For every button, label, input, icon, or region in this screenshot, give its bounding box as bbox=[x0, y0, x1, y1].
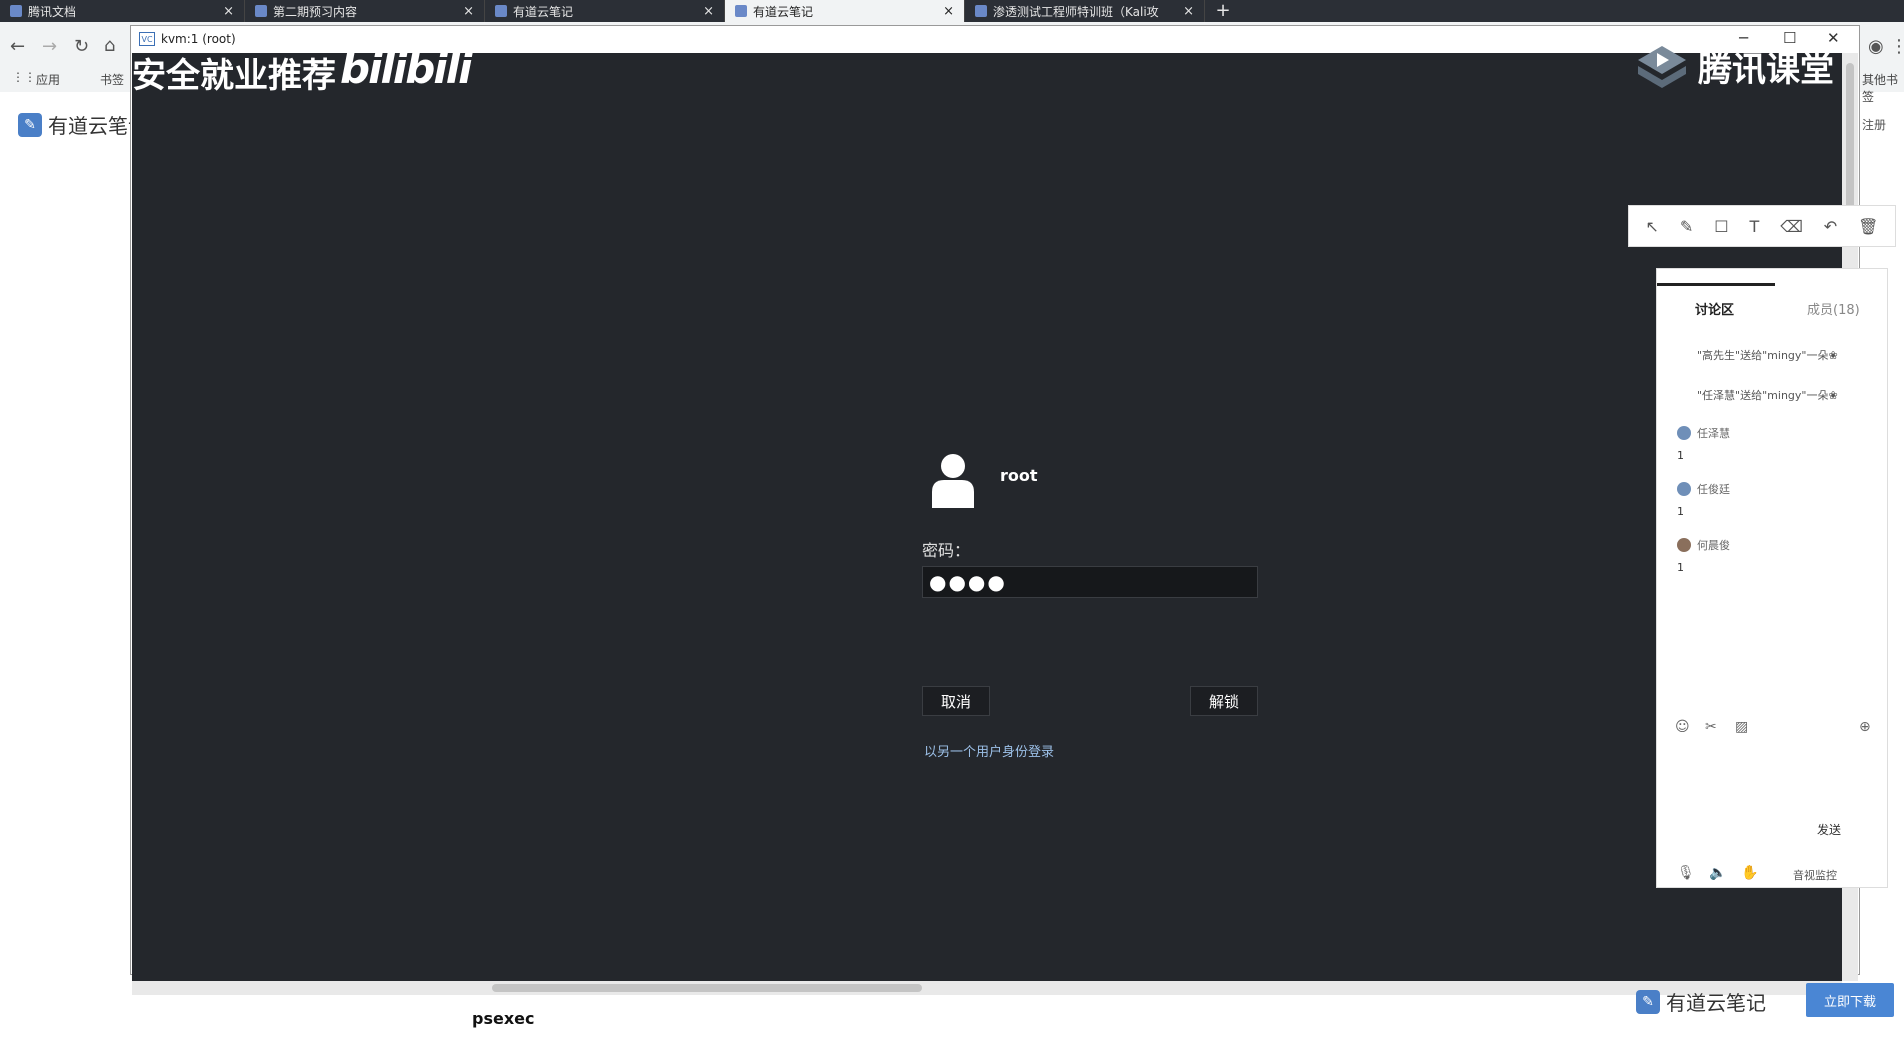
send-button[interactable]: 发送 bbox=[1817, 821, 1841, 838]
chat-user: 任俊廷 bbox=[1677, 481, 1730, 497]
hand-raise-icon[interactable]: ✋ bbox=[1741, 865, 1758, 881]
tab-favicon-icon bbox=[255, 5, 267, 17]
rect-tool-icon[interactable]: ☐ bbox=[1714, 217, 1728, 236]
password-label: 密码： bbox=[922, 541, 971, 560]
tab-close-icon[interactable]: × bbox=[703, 4, 714, 19]
username-label: root bbox=[1000, 466, 1038, 485]
register-link[interactable]: 注册 bbox=[1862, 116, 1886, 133]
chat-message: 1 bbox=[1677, 449, 1684, 462]
chat-user: 何晨俊 bbox=[1677, 537, 1730, 553]
bookmark-other[interactable]: 其他书签 bbox=[1862, 71, 1904, 105]
bottom-youdao-logo: ✎ 有道云笔记 bbox=[1636, 987, 1766, 1016]
emoji-icon[interactable]: ☺ bbox=[1675, 719, 1690, 735]
tab-youdao-1[interactable]: 有道云笔记 × bbox=[485, 0, 725, 22]
vnc-title: kvm:1 (root) bbox=[161, 32, 236, 46]
bookmark-apps[interactable]: 应用 bbox=[36, 71, 60, 88]
vnc-window: VC kvm:1 (root) ─ ☐ ✕ bbox=[130, 25, 1860, 995]
reload-icon[interactable]: ↻ bbox=[74, 36, 89, 57]
chat-username: 何晨俊 bbox=[1697, 539, 1730, 552]
pen-tool-icon[interactable]: ✎ bbox=[1680, 217, 1693, 236]
chat-username: 任泽慧 bbox=[1697, 427, 1730, 440]
scroll-thumb[interactable] bbox=[492, 984, 922, 992]
add-icon[interactable]: ⊕ bbox=[1859, 719, 1871, 735]
apps-icon[interactable]: ⋮⋮ bbox=[12, 70, 36, 84]
tab-close-icon[interactable]: × bbox=[463, 4, 474, 19]
cancel-button[interactable]: 取消 bbox=[922, 686, 990, 716]
tab-favicon-icon bbox=[975, 5, 987, 17]
chat-message: 1 bbox=[1677, 505, 1684, 518]
tab-favicon-icon bbox=[495, 5, 507, 17]
user-avatar-icon bbox=[932, 454, 974, 508]
select-tool-icon[interactable]: ↖ bbox=[1645, 217, 1658, 236]
switch-user-link[interactable]: 以另一个用户身份登录 bbox=[924, 741, 1054, 760]
youdao-logo-icon: ✎ bbox=[18, 112, 42, 137]
tab-label: 有道云笔记 bbox=[513, 4, 574, 19]
watermark-recruit: 安全就业推荐 bbox=[132, 56, 336, 96]
profile-icon[interactable]: ◉ bbox=[1868, 36, 1884, 57]
vnc-app-icon: VC bbox=[139, 32, 155, 46]
tab-label: 腾讯文档 bbox=[28, 4, 77, 19]
tab-label: 有道云笔记 bbox=[753, 4, 814, 19]
trash-icon[interactable]: 🗑 bbox=[1858, 217, 1878, 236]
new-tab-button[interactable]: + bbox=[1212, 0, 1234, 22]
youdao-logo-icon: ✎ bbox=[1636, 989, 1660, 1014]
tab-discussion[interactable]: 讨论区 bbox=[1695, 299, 1734, 318]
youdao-logo: ✎ 有道云笔记 bbox=[18, 110, 148, 139]
image-icon[interactable]: ▨ bbox=[1735, 719, 1748, 735]
menu-icon[interactable]: ⋮ bbox=[1890, 36, 1904, 57]
bookmark-item[interactable]: 书签 bbox=[100, 71, 124, 88]
tab-pentest-course[interactable]: 渗透测试工程师特训班（Kali攻 × bbox=[965, 0, 1205, 22]
tab-favicon-icon bbox=[10, 5, 22, 17]
scroll-thumb[interactable] bbox=[1846, 63, 1854, 223]
chat-user: 任泽慧 bbox=[1677, 425, 1730, 441]
undo-icon[interactable]: ↶ bbox=[1824, 217, 1837, 236]
forward-icon[interactable]: → bbox=[42, 36, 57, 57]
active-tab-indicator bbox=[1657, 283, 1775, 286]
chat-username: 任俊廷 bbox=[1697, 483, 1730, 496]
tab-tencent-docs[interactable]: 腾讯文档 × bbox=[0, 0, 245, 22]
tab-preview-content[interactable]: 第二期预习内容 × bbox=[245, 0, 485, 22]
monitor-label: 音视监控 bbox=[1793, 869, 1837, 882]
tab-label: 第二期预习内容 bbox=[273, 4, 358, 19]
user-avatar-icon bbox=[1677, 482, 1691, 496]
chat-message: 1 bbox=[1677, 561, 1684, 574]
remote-desktop[interactable] bbox=[132, 53, 1842, 981]
gift-message: "高先生"送给"mingy"一朵❀ bbox=[1697, 349, 1838, 362]
speaker-icon[interactable]: 🔈 bbox=[1709, 865, 1726, 881]
download-button[interactable]: 立即下载 bbox=[1806, 983, 1894, 1017]
tab-youdao-2[interactable]: 有道云笔记 × bbox=[725, 0, 965, 22]
microphone-icon[interactable]: 🎙 bbox=[1677, 865, 1695, 881]
home-icon[interactable]: ⌂ bbox=[104, 35, 115, 56]
annotation-toolbar: ↖ ✎ ☐ T ⌫ ↶ 🗑 bbox=[1628, 205, 1896, 247]
back-icon[interactable]: ← bbox=[10, 36, 25, 57]
user-avatar-icon bbox=[1677, 538, 1691, 552]
watermark-tencent-text: 腾讯课堂 bbox=[1698, 50, 1834, 90]
horizontal-scrollbar[interactable] bbox=[132, 981, 1842, 995]
tab-close-icon[interactable]: × bbox=[943, 4, 954, 19]
eraser-tool-icon[interactable]: ⌫ bbox=[1780, 217, 1803, 236]
youdao-logo-text: 有道云笔记 bbox=[1666, 991, 1766, 1015]
tab-label: 渗透测试工程师特训班（Kali攻 bbox=[993, 4, 1159, 19]
tab-close-icon[interactable]: × bbox=[1183, 4, 1194, 19]
chat-panel: 讨论区 成员(18) "高先生"送给"mingy"一朵❀ "任泽慧"送给"min… bbox=[1656, 268, 1888, 888]
password-field[interactable]: ●●●● bbox=[922, 566, 1258, 598]
tab-members[interactable]: 成员(18) bbox=[1807, 299, 1860, 318]
tencent-classroom-logo-icon bbox=[1638, 45, 1686, 88]
browser-tab-bar: 腾讯文档 × 第二期预习内容 × 有道云笔记 × 有道云笔记 × 渗透测试工程师… bbox=[0, 0, 1904, 22]
watermark-bilibili: bilibili bbox=[340, 44, 473, 93]
gift-message: "任泽慧"送给"mingy"一朵❀ bbox=[1697, 389, 1838, 402]
note-heading: psexec bbox=[472, 1009, 535, 1028]
scissors-icon[interactable]: ✂ bbox=[1705, 719, 1717, 735]
user-avatar-icon bbox=[1677, 426, 1691, 440]
text-tool-icon[interactable]: T bbox=[1749, 217, 1759, 236]
tab-favicon-icon bbox=[735, 5, 747, 17]
watermark-tencent-classroom: 腾讯课堂 bbox=[1636, 42, 1834, 91]
tab-close-icon[interactable]: × bbox=[223, 4, 234, 19]
unlock-button[interactable]: 解锁 bbox=[1190, 686, 1258, 716]
